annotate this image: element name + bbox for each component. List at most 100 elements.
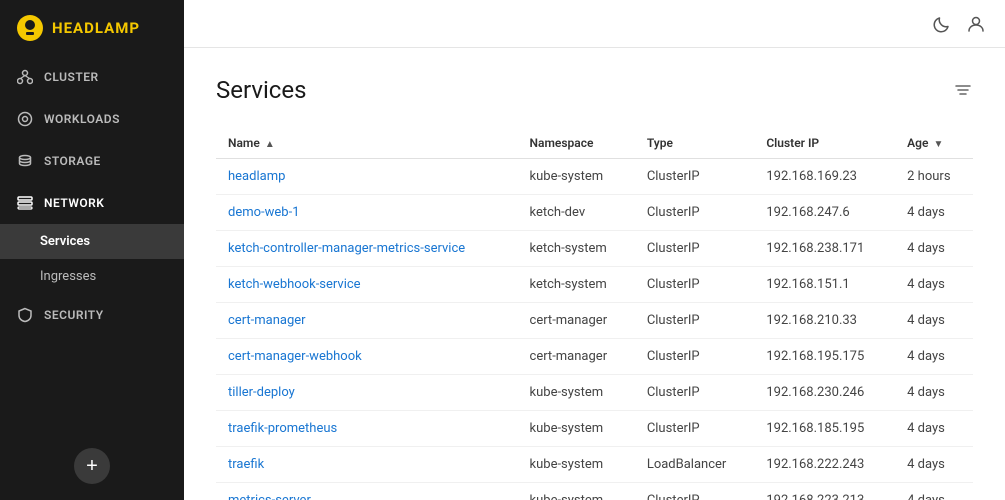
cell-age: 2 hours	[895, 159, 973, 195]
cell-name: headlamp	[216, 159, 518, 195]
cell-cluster-ip: 192.168.247.6	[754, 195, 895, 231]
cell-name: cert-manager-webhook	[216, 339, 518, 375]
cell-age: 4 days	[895, 483, 973, 500]
cell-namespace: cert-manager	[518, 339, 635, 375]
column-type: Type	[635, 128, 755, 159]
sidebar-item-workloads[interactable]: WORKLOADS	[0, 98, 184, 140]
column-age[interactable]: Age ▼	[895, 128, 973, 159]
cell-type: ClusterIP	[635, 159, 755, 195]
user-icon[interactable]	[967, 15, 985, 33]
cell-namespace: ketch-system	[518, 267, 635, 303]
service-link[interactable]: traefik	[228, 457, 264, 472]
cell-type: ClusterIP	[635, 411, 755, 447]
cell-type: ClusterIP	[635, 303, 755, 339]
cell-age: 4 days	[895, 339, 973, 375]
service-link[interactable]: ketch-controller-manager-metrics-service	[228, 241, 465, 256]
table-row: traefik kube-systemLoadBalancer192.168.22…	[216, 447, 973, 483]
name-sort-indicator: ▲	[265, 139, 275, 150]
cell-type: ClusterIP	[635, 231, 755, 267]
cell-age: 4 days	[895, 375, 973, 411]
cell-namespace: ketch-system	[518, 231, 635, 267]
service-link[interactable]: demo-web-1	[228, 205, 300, 220]
services-table: Name ▲ Namespace Type Cluster IP Age ▼	[216, 128, 973, 500]
headlamp-logo-icon	[16, 14, 44, 42]
cell-type: LoadBalancer	[635, 447, 755, 483]
add-icon: +	[86, 455, 98, 478]
cell-age: 4 days	[895, 195, 973, 231]
filter-icon[interactable]	[953, 80, 973, 100]
cell-type: ClusterIP	[635, 483, 755, 500]
sidebar-item-security[interactable]: SECURITY	[0, 294, 184, 336]
topbar	[184, 0, 1005, 48]
table-row: demo-web-1 ketch-devClusterIP192.168.247.…	[216, 195, 973, 231]
service-link[interactable]: traefik-prometheus	[228, 421, 337, 436]
column-name[interactable]: Name ▲	[216, 128, 518, 159]
cell-type: ClusterIP	[635, 339, 755, 375]
cell-age: 4 days	[895, 231, 973, 267]
cell-type: ClusterIP	[635, 267, 755, 303]
cell-name: demo-web-1	[216, 195, 518, 231]
workloads-icon	[16, 110, 34, 128]
cell-cluster-ip: 192.168.210.33	[754, 303, 895, 339]
age-sort-indicator: ▼	[933, 139, 943, 150]
cell-name: ketch-webhook-service	[216, 267, 518, 303]
table-body: headlampkube-systemClusterIP192.168.169.…	[216, 159, 973, 500]
sidebar: HEADLAMP CLUSTER	[0, 0, 184, 500]
service-link[interactable]: cert-manager-webhook	[228, 349, 362, 364]
column-cluster-ip: Cluster IP	[754, 128, 895, 159]
logo-text: HEADLAMP	[52, 19, 140, 37]
column-namespace: Namespace	[518, 128, 635, 159]
table-row: traefik-prometheus kube-systemClusterIP19…	[216, 411, 973, 447]
cell-age: 4 days	[895, 303, 973, 339]
cell-age: 4 days	[895, 411, 973, 447]
cell-cluster-ip: 192.168.222.243	[754, 447, 895, 483]
cell-namespace: kube-system	[518, 447, 635, 483]
cell-cluster-ip: 192.168.185.195	[754, 411, 895, 447]
cell-namespace: kube-system	[518, 483, 635, 500]
cell-name: ketch-controller-manager-metrics-service	[216, 231, 518, 267]
page-content: Services Name ▲ Namespace	[184, 48, 1005, 500]
service-link[interactable]: tiller-deploy	[228, 385, 295, 400]
service-link[interactable]: ketch-webhook-service	[228, 277, 361, 292]
cell-cluster-ip: 192.168.169.23	[754, 159, 895, 195]
cell-name: traefik-prometheus	[216, 411, 518, 447]
security-icon	[16, 306, 34, 324]
table-row: ketch-controller-manager-metrics-service…	[216, 231, 973, 267]
theme-toggle-icon[interactable]	[933, 15, 951, 33]
sidebar-item-storage-label: STORAGE	[44, 154, 101, 168]
sidebar-item-security-label: SECURITY	[44, 308, 104, 322]
sidebar-item-cluster-label: CLUSTER	[44, 70, 99, 84]
page-title: Services	[216, 76, 306, 104]
cell-namespace: cert-manager	[518, 303, 635, 339]
sidebar-item-cluster[interactable]: CLUSTER	[0, 56, 184, 98]
sidebar-nav: CLUSTER WORKLOADS STORAGE	[0, 56, 184, 336]
sidebar-item-network[interactable]: NETWORK	[0, 182, 184, 224]
service-link[interactable]: cert-manager	[228, 313, 306, 328]
add-button[interactable]: +	[74, 448, 110, 484]
table-row: ketch-webhook-service ketch-systemCluster…	[216, 267, 973, 303]
sidebar-sub-item-ingresses[interactable]: Ingresses	[0, 259, 184, 294]
table-row: cert-manager-webhook cert-managerClusterI…	[216, 339, 973, 375]
sidebar-sub-item-services-label: Services	[40, 234, 90, 249]
cell-namespace: kube-system	[518, 159, 635, 195]
table-header: Name ▲ Namespace Type Cluster IP Age ▼	[216, 128, 973, 159]
cell-namespace: ketch-dev	[518, 195, 635, 231]
service-link[interactable]: metrics-server	[228, 493, 311, 500]
cell-type: ClusterIP	[635, 375, 755, 411]
sidebar-item-storage[interactable]: STORAGE	[0, 140, 184, 182]
service-link[interactable]: headlamp	[228, 169, 285, 184]
cluster-icon	[16, 68, 34, 86]
cell-cluster-ip: 192.168.230.246	[754, 375, 895, 411]
cell-name: metrics-server	[216, 483, 518, 500]
main-content: Services Name ▲ Namespace	[184, 0, 1005, 500]
cell-age: 4 days	[895, 447, 973, 483]
logo: HEADLAMP	[0, 0, 184, 56]
cell-namespace: kube-system	[518, 411, 635, 447]
cell-cluster-ip: 192.168.151.1	[754, 267, 895, 303]
cell-type: ClusterIP	[635, 195, 755, 231]
page-header: Services	[216, 76, 973, 104]
table-row: metrics-serverkube-systemClusterIP192.16…	[216, 483, 973, 500]
cell-name: traefik	[216, 447, 518, 483]
cell-cluster-ip: 192.168.238.171	[754, 231, 895, 267]
sidebar-sub-item-services[interactable]: Services	[0, 224, 184, 259]
